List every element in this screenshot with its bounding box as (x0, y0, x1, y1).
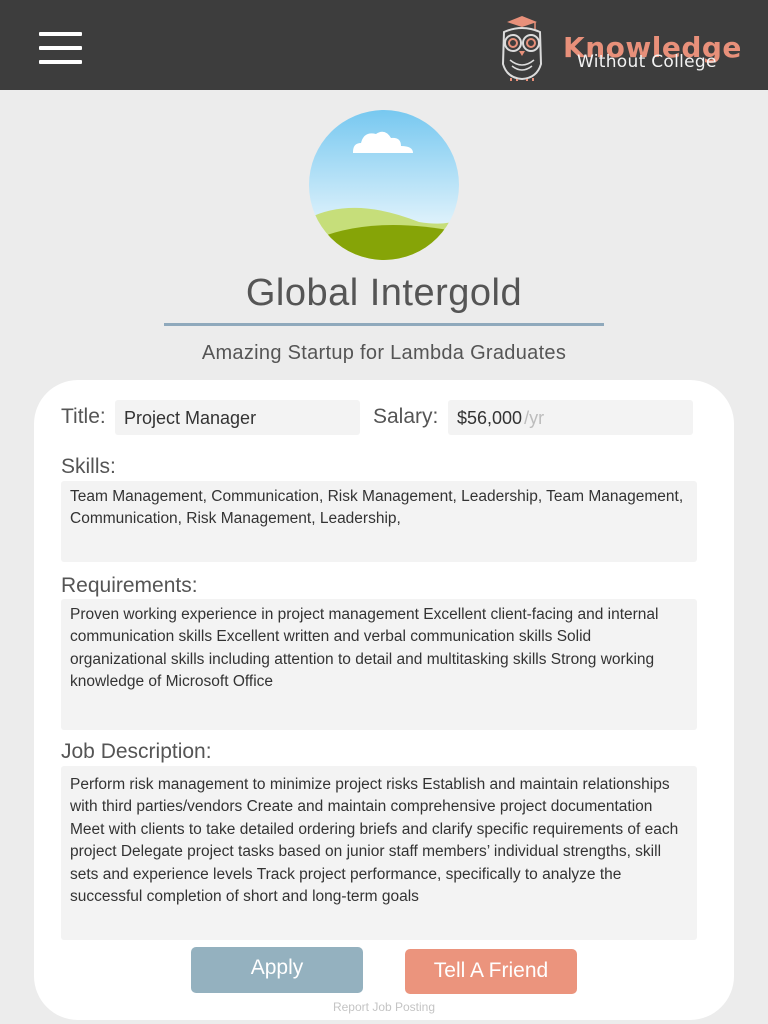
salary-field[interactable]: $56,000/yr (448, 400, 693, 435)
report-job-posting-link[interactable]: Report Job Posting (34, 1000, 734, 1014)
job-title-field[interactable]: Project Manager (115, 400, 360, 435)
company-image (309, 110, 459, 260)
hamburger-menu-icon[interactable] (39, 32, 82, 64)
skills-label: Skills: (61, 455, 116, 478)
skills-textarea[interactable]: Team Management, Communication, Risk Man… (61, 481, 697, 562)
title-label: Title: (61, 405, 106, 428)
landscape-placeholder-icon (309, 110, 459, 260)
salary-label: Salary: (373, 405, 439, 428)
brand-logo[interactable]: Knowledge Without College (497, 14, 757, 82)
menu-bar-line (39, 46, 82, 50)
tell-a-friend-button[interactable]: Tell A Friend (405, 949, 577, 994)
menu-bar-line (39, 60, 82, 64)
brand-subtitle: Without College (577, 52, 717, 72)
top-navbar: Knowledge Without College (0, 0, 768, 90)
job-details-card: Title: Project Manager Salary: $56,000/y… (34, 380, 734, 1020)
company-tagline: Amazing Startup for Lambda Graduates (201, 342, 567, 364)
owl-graduate-icon (501, 16, 543, 81)
company-name: Global Intergold (245, 272, 523, 314)
menu-bar-line (39, 32, 82, 36)
job-description-textarea[interactable]: Perform risk management to minimize proj… (61, 766, 697, 940)
apply-button[interactable]: Apply (191, 947, 363, 993)
requirements-textarea[interactable]: Proven working experience in project man… (61, 599, 697, 730)
title-divider (164, 323, 604, 326)
requirements-label: Requirements: (61, 574, 198, 597)
job-description-label: Job Description: (61, 740, 212, 763)
salary-value: $56,000 (457, 408, 523, 428)
salary-unit: /yr (524, 408, 545, 428)
